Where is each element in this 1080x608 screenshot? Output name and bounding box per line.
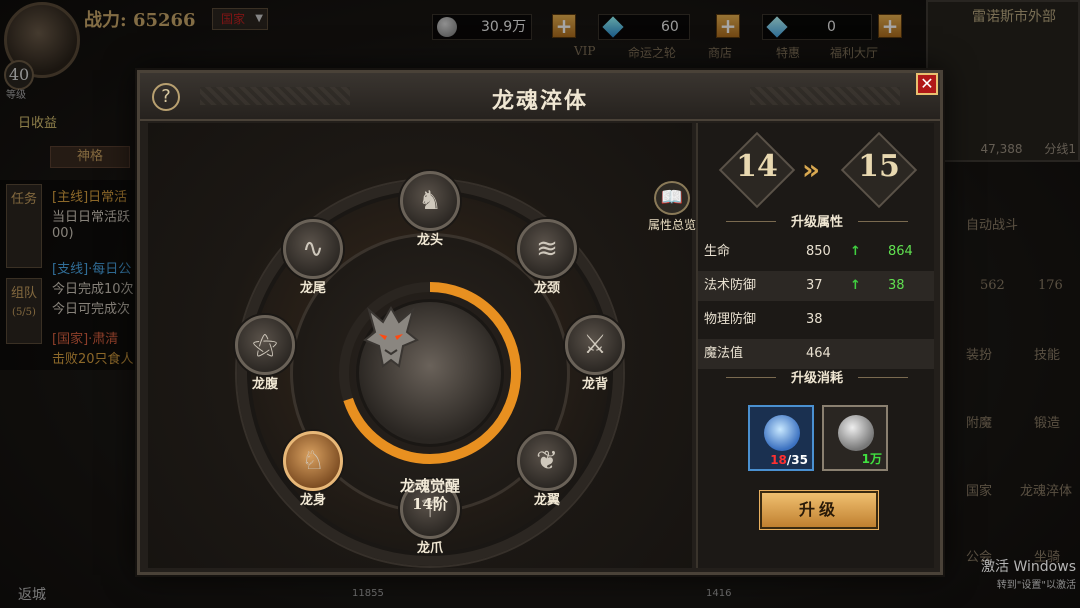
dragon-head-emblem-icon: [363, 305, 419, 368]
cost-item-silver[interactable]: 1万: [822, 405, 888, 471]
upgrade-button[interactable]: 升级: [760, 491, 878, 529]
dragon-back-icon: ⚔: [565, 315, 625, 375]
stat-up-arrow-icon: ↑: [850, 278, 861, 293]
dragon-soul-dialog: ? 龙魂淬体 ✕ ♞ 龙头 ≋ 龙颈 ⚔ 龙背 ❦ 龙翼 ⚚ 龙爪 ♘ 龙身 ⚝ 龙腹 ∿ 龙尾 龙魂觉醒 1…: [137, 70, 943, 575]
silver-cost: 1万: [861, 452, 882, 466]
material-need: /35: [786, 453, 808, 467]
material-have: 18: [770, 453, 787, 467]
stat-name: 魔法值: [704, 346, 744, 361]
dragon-part-label: 龙爪: [416, 541, 443, 556]
dragon-tail-icon: ∿: [283, 219, 343, 279]
stat-row: 生命 850 ↑ 864: [698, 237, 934, 267]
stat-new-value: 38: [888, 278, 905, 293]
dragon-part-label: 龙背: [581, 377, 608, 392]
silver-coin-icon: [838, 415, 874, 451]
stat-value: 38: [806, 312, 823, 327]
material-count: 18/35: [770, 453, 808, 467]
stat-name: 物理防御: [704, 312, 757, 327]
core-tier: 14阶: [412, 495, 448, 513]
attribute-overview-label: 属性总览: [647, 218, 696, 232]
dragon-soul-core[interactable]: 龙魂觉醒 14阶: [334, 277, 526, 513]
divider-right: [858, 377, 908, 378]
next-level: 15: [858, 149, 900, 184]
double-chevron-right-icon: »: [802, 153, 821, 186]
dragon-parts-panel: ♞ 龙头 ≋ 龙颈 ⚔ 龙背 ❦ 龙翼 ⚚ 龙爪 ♘ 龙身 ⚝ 龙腹 ∿ 龙尾 龙魂觉醒 14阶 📖 属性总览: [148, 123, 696, 568]
dragon-neck-icon: ≋: [517, 219, 577, 279]
silver-cost-count: 1万: [862, 450, 882, 467]
dragon-part-0[interactable]: ♞ 龙头: [393, 171, 467, 248]
divider-right: [858, 221, 908, 222]
stat-row: 魔法值 464: [698, 339, 934, 369]
dragon-belly-icon: ⚝: [235, 315, 295, 375]
blue-flower-icon: [764, 415, 800, 451]
stat-name: 生命: [704, 244, 731, 259]
windows-activation-subtext: 转到"设置"以激活: [996, 580, 1076, 591]
dialog-title: 龙魂淬体: [491, 88, 588, 114]
stat-new-value: 864: [888, 244, 913, 259]
dialog-header: ? 龙魂淬体 ✕: [140, 73, 940, 121]
stat-row: 法术防御 37 ↑ 38: [698, 271, 934, 301]
dragon-head-icon: ♞: [400, 171, 460, 231]
core-inner-disc: [356, 299, 504, 447]
stat-value: 850: [806, 244, 831, 259]
stat-row: 物理防御 38: [698, 305, 934, 335]
dragon-part-2[interactable]: ⚔ 龙背: [558, 315, 632, 392]
dragon-part-label: 龙头: [416, 233, 443, 248]
stat-name: 法术防御: [704, 278, 757, 293]
stat-value: 464: [806, 346, 831, 361]
dragon-part-label: 龙腹: [251, 377, 278, 392]
attribute-overview-button[interactable]: 📖 属性总览: [643, 181, 701, 233]
book-icon: 📖: [654, 181, 690, 215]
dragon-wing-icon: ❦: [517, 431, 577, 491]
stat-value: 37: [806, 278, 823, 293]
cost-item-material[interactable]: 18/35: [748, 405, 814, 471]
windows-activation-text: 激活 Windows: [981, 559, 1076, 575]
close-button[interactable]: ✕: [916, 73, 938, 95]
dragon-part-6[interactable]: ⚝ 龙腹: [228, 315, 302, 392]
current-level: 14: [736, 149, 778, 184]
stat-up-arrow-icon: ↑: [850, 244, 861, 259]
upgrade-panel: 14 » 15 升级属性 生命 850 ↑ 864 法术防御 37 ↑ 38 物理防御 38 魔法值…: [696, 123, 934, 568]
